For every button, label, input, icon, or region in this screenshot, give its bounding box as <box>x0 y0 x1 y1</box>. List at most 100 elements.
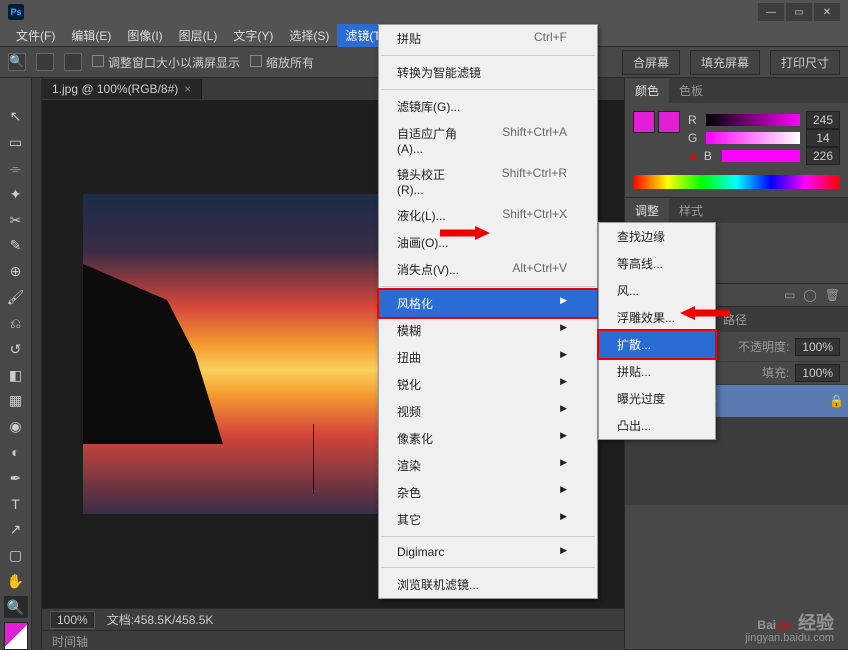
menu-select[interactable]: 选择(S) <box>281 24 337 47</box>
background-color[interactable] <box>658 111 680 133</box>
pen-tool[interactable]: ✒ <box>4 467 28 489</box>
opacity-value[interactable]: 100% <box>795 338 840 356</box>
sub-solarize[interactable]: 曝光过度 <box>599 385 715 412</box>
marquee-tool[interactable]: ▭ <box>4 132 28 154</box>
maximize-button[interactable]: ▭ <box>786 3 812 21</box>
tab-color[interactable]: 颜色 <box>625 78 669 103</box>
color-swatch-tool[interactable] <box>4 622 28 650</box>
menu-type[interactable]: 文字(Y) <box>225 24 281 47</box>
menu-vanishing-point[interactable]: 消失点(V)...Alt+Ctrl+V <box>379 256 597 283</box>
watermark: Baidu 经验 jingyan.baidu.com <box>745 607 834 644</box>
foreground-color[interactable] <box>633 111 655 133</box>
menu-lens-correction[interactable]: 镜头校正(R)...Shift+Ctrl+R <box>379 161 597 202</box>
fit-screen-button[interactable]: 合屏幕 <box>622 50 680 75</box>
document-tab[interactable]: 1.jpg @ 100%(RGB/8#) × <box>42 79 202 99</box>
menu-sharpen[interactable]: 锐化 <box>379 371 597 398</box>
b-slider[interactable] <box>722 150 800 162</box>
path-tool[interactable]: ↗ <box>4 519 28 541</box>
sub-find-edges[interactable]: 查找边缘 <box>599 223 715 250</box>
r-slider[interactable] <box>706 114 800 126</box>
lasso-tool[interactable]: ⌯ <box>4 158 28 180</box>
zoom-all-label: 缩放所有 <box>266 56 314 70</box>
b-value[interactable]: 226 <box>806 147 840 165</box>
eyedropper-tool[interactable]: ✎ <box>4 235 28 257</box>
menu-file[interactable]: 文件(F) <box>8 24 63 47</box>
menu-oil-paint[interactable]: 油画(O)... <box>379 229 597 256</box>
fill-value[interactable]: 100% <box>795 364 840 382</box>
adj-icon1[interactable]: ▭ <box>784 288 795 302</box>
stylize-submenu: 查找边缘 等高线... 风... 浮雕效果... 扩散... 拼贴... 曝光过… <box>598 222 716 440</box>
zoom-tool-icon[interactable]: 🔍 <box>8 53 26 71</box>
hue-ramp[interactable] <box>633 175 840 189</box>
gradient-tool[interactable]: ▦ <box>4 390 28 412</box>
menu-other[interactable]: 其它 <box>379 506 597 533</box>
menu-blur[interactable]: 模糊 <box>379 317 597 344</box>
type-tool[interactable]: T <box>4 493 28 515</box>
r-value[interactable]: 245 <box>806 111 840 129</box>
print-size-button[interactable]: 打印尺寸 <box>770 50 840 75</box>
heal-tool[interactable]: ⊕ <box>4 261 28 283</box>
g-slider[interactable] <box>706 132 800 144</box>
eraser-tool[interactable]: ◧ <box>4 364 28 386</box>
gamut-warning-icon: ▲ <box>688 151 698 162</box>
adj-icon2[interactable]: ◯ <box>803 288 816 302</box>
adj-trash-icon[interactable]: 🗑 <box>825 288 840 302</box>
menu-digimarc[interactable]: Digimarc <box>379 540 597 564</box>
tab-close-icon[interactable]: × <box>184 82 191 96</box>
fit-window-checkbox[interactable]: 调整窗口大小以满屏显示 <box>92 54 240 71</box>
timeline-panel[interactable]: 时间轴 <box>42 630 624 650</box>
opacity-label: 不透明度: <box>738 338 789 355</box>
toolbox: ↖ ▭ ⌯ ✦ ✂ ✎ ⊕ 🖌 ⎌ ↺ ◧ ▦ ◉ ◐ ✒ T ↗ ▢ ✋ 🔍 <box>0 78 32 650</box>
menu-render[interactable]: 渲染 <box>379 452 597 479</box>
tab-swatches[interactable]: 色板 <box>669 78 713 103</box>
fit-window-label: 调整窗口大小以满屏显示 <box>108 56 240 70</box>
zoom-all-checkbox[interactable]: 缩放所有 <box>250 54 314 71</box>
menu-last-filter[interactable]: 拼贴Ctrl+F <box>379 25 597 52</box>
tab-adjustments[interactable]: 调整 <box>625 198 669 223</box>
sub-emboss[interactable]: 浮雕效果... <box>599 304 715 331</box>
shape-tool[interactable]: ▢ <box>4 545 28 567</box>
r-label: R <box>688 113 700 127</box>
menu-image[interactable]: 图像(I) <box>119 24 170 47</box>
zoom-tool[interactable]: 🔍 <box>4 596 28 618</box>
menu-stylize[interactable]: 风格化 <box>379 290 597 317</box>
menu-edit[interactable]: 编辑(E) <box>63 24 119 47</box>
history-brush-tool[interactable]: ↺ <box>4 338 28 360</box>
fill-label: 填充: <box>762 364 789 382</box>
menu-distort[interactable]: 扭曲 <box>379 344 597 371</box>
menu-liquify[interactable]: 液化(L)...Shift+Ctrl+X <box>379 202 597 229</box>
sub-contour[interactable]: 等高线... <box>599 250 715 277</box>
brush-tool[interactable]: 🖌 <box>4 287 28 309</box>
zoom-out-icon[interactable] <box>64 53 82 71</box>
sub-extrude[interactable]: 凸出... <box>599 412 715 439</box>
menu-filter-gallery[interactable]: 滤镜库(G)... <box>379 93 597 120</box>
dodge-tool[interactable]: ◐ <box>4 442 28 464</box>
menu-browse-online[interactable]: 浏览联机滤镜... <box>379 571 597 598</box>
stamp-tool[interactable]: ⎌ <box>4 313 28 335</box>
menu-adaptive-wide[interactable]: 自适应广角(A)...Shift+Ctrl+A <box>379 120 597 161</box>
crop-tool[interactable]: ✂ <box>4 209 28 231</box>
minimize-button[interactable]: — <box>758 3 784 21</box>
lock-icon: 🔒 <box>829 394 844 408</box>
tab-styles[interactable]: 样式 <box>669 198 713 223</box>
tab-paths[interactable]: 路径 <box>713 307 757 332</box>
menu-convert-smart[interactable]: 转换为智能滤镜 <box>379 59 597 86</box>
fill-screen-button[interactable]: 填充屏幕 <box>690 50 760 75</box>
zoom-level[interactable]: 100% <box>50 611 95 629</box>
menu-noise[interactable]: 杂色 <box>379 479 597 506</box>
wand-tool[interactable]: ✦ <box>4 183 28 205</box>
zoom-in-icon[interactable] <box>36 53 54 71</box>
b-label: B <box>704 149 716 163</box>
menu-pixelate[interactable]: 像素化 <box>379 425 597 452</box>
g-label: G <box>688 131 700 145</box>
sub-diffuse[interactable]: 扩散... <box>599 331 715 358</box>
blur-tool[interactable]: ◉ <box>4 416 28 438</box>
menu-layer[interactable]: 图层(L) <box>171 24 226 47</box>
menu-video[interactable]: 视频 <box>379 398 597 425</box>
sub-tiles[interactable]: 拼贴... <box>599 358 715 385</box>
move-tool[interactable]: ↖ <box>4 106 28 128</box>
hand-tool[interactable]: ✋ <box>4 571 28 593</box>
close-button[interactable]: ✕ <box>814 3 840 21</box>
sub-wind[interactable]: 风... <box>599 277 715 304</box>
g-value[interactable]: 14 <box>806 129 840 147</box>
